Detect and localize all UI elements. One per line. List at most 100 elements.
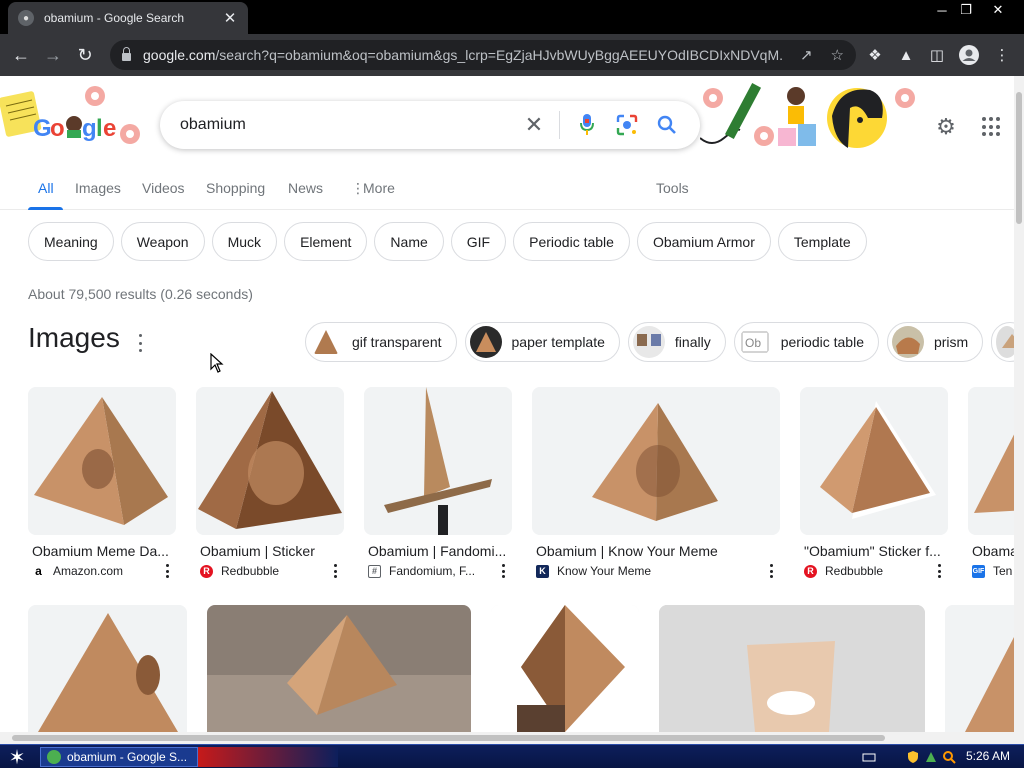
result-thumbnail[interactable] xyxy=(28,387,176,535)
taskbar-clock: 5:26 AM xyxy=(966,749,1011,763)
result-title[interactable]: Obamium Meme Da... xyxy=(28,543,176,559)
search-input[interactable]: obamium xyxy=(180,116,507,134)
result-title[interactable]: Obamium | Sticker xyxy=(196,543,344,559)
back-arrow-icon[interactable]: ← xyxy=(8,42,34,68)
url-text[interactable]: google.com/search?q=obamium&oq=obamium&g… xyxy=(143,47,782,63)
result-thumbnail[interactable] xyxy=(364,387,512,535)
security-shield-icon[interactable] xyxy=(906,750,920,764)
images-options-icon[interactable] xyxy=(136,334,144,352)
network-icon[interactable] xyxy=(924,750,938,764)
image-result[interactable] xyxy=(659,605,925,732)
result-source-name: Redbubble xyxy=(825,564,884,578)
image-result[interactable] xyxy=(491,605,639,732)
result-more-options-icon[interactable] xyxy=(768,564,774,578)
chip-template[interactable]: Template xyxy=(777,222,867,261)
extensions-puzzle-icon[interactable]: ❖ xyxy=(864,44,886,66)
google-lens-icon[interactable] xyxy=(614,112,640,138)
suggestion-finally[interactable]: finally xyxy=(627,322,726,362)
result-title[interactable]: Obamium | Fandomi... xyxy=(364,543,512,559)
result-more-options-icon[interactable] xyxy=(500,564,506,578)
result-thumbnail[interactable] xyxy=(659,605,925,732)
clear-search-icon[interactable]: ✕ xyxy=(521,112,547,138)
browser-tab[interactable]: ● obamium - Google Search ✕ xyxy=(8,2,248,34)
suggestion-prism[interactable]: prism xyxy=(886,322,984,362)
image-result[interactable]: Obama GIF Ten xyxy=(968,387,1014,578)
result-title[interactable]: Obama xyxy=(968,543,1014,559)
image-result[interactable]: "Obamium" Sticker f... R Redbubble xyxy=(800,387,948,578)
tab-news[interactable]: News xyxy=(288,180,323,196)
bookmark-star-icon[interactable]: ☆ xyxy=(831,46,844,64)
lab-flask-icon[interactable]: ▲ xyxy=(895,44,917,66)
close-window-button[interactable]: ✕ xyxy=(984,0,1012,20)
result-source[interactable]: a Amazon.com xyxy=(28,564,176,578)
google-apps-grid-icon[interactable] xyxy=(982,117,1002,137)
taskbar-chrome-item[interactable]: obamium - Google S... xyxy=(40,747,198,767)
chip-muck[interactable]: Muck xyxy=(211,222,278,261)
keyboard-icon[interactable] xyxy=(862,750,876,764)
result-more-options-icon[interactable] xyxy=(332,564,338,578)
result-thumbnail[interactable] xyxy=(532,387,780,535)
suggestion-paper-template[interactable]: paper template xyxy=(464,322,620,362)
mouse-cursor-icon xyxy=(210,353,224,373)
result-source[interactable]: # Fandomium, F... xyxy=(364,564,512,578)
image-result[interactable] xyxy=(945,605,1014,732)
result-thumbnail[interactable] xyxy=(207,605,471,732)
image-result[interactable]: Obamium | Fandomi... # Fandomium, F... xyxy=(364,387,512,578)
close-tab-icon[interactable]: ✕ xyxy=(222,9,238,27)
chip-name[interactable]: Name xyxy=(374,222,444,261)
share-icon[interactable]: ↗ xyxy=(800,46,813,64)
image-result[interactable] xyxy=(28,605,187,732)
result-thumbnail[interactable] xyxy=(945,605,1014,732)
tab-shopping[interactable]: Shopping xyxy=(206,180,265,196)
result-thumbnail[interactable] xyxy=(968,387,1014,535)
settings-gear-icon[interactable]: ⚙ xyxy=(933,114,959,140)
result-source[interactable]: GIF Ten xyxy=(968,564,1014,578)
search-box[interactable]: obamium ✕ xyxy=(160,101,700,149)
result-thumbnail[interactable] xyxy=(196,387,344,535)
result-thumbnail[interactable] xyxy=(28,605,187,732)
tab-images[interactable]: Images xyxy=(75,180,121,196)
image-result[interactable]: Obamium | Know Your Meme K Know Your Mem… xyxy=(532,387,780,578)
result-more-options-icon[interactable] xyxy=(936,564,942,578)
chip-weapon[interactable]: Weapon xyxy=(120,222,205,261)
start-button-icon[interactable]: ✶ xyxy=(6,746,28,769)
suggestion-periodic-table[interactable]: Ob periodic table xyxy=(733,322,879,362)
image-result[interactable] xyxy=(207,605,471,732)
google-doodle-logo[interactable]: G o g l e xyxy=(0,84,150,148)
chip-meaning[interactable]: Meaning xyxy=(28,222,114,261)
horizontal-scrollbar[interactable] xyxy=(0,732,1014,744)
suggestion-gif-transparent[interactable]: gif transparent xyxy=(305,322,457,362)
result-title[interactable]: "Obamium" Sticker f... xyxy=(800,543,948,559)
result-title[interactable]: Obamium | Know Your Meme xyxy=(532,543,780,559)
chip-periodic-table[interactable]: Periodic table xyxy=(513,222,630,261)
browser-menu-icon[interactable]: ⋮ xyxy=(991,44,1013,66)
result-thumbnail[interactable] xyxy=(491,605,639,732)
restore-button[interactable]: ❐ xyxy=(952,0,980,20)
image-result[interactable]: Obamium Meme Da... a Amazon.com xyxy=(28,387,176,578)
forward-arrow-icon[interactable]: → xyxy=(40,42,66,68)
voice-search-mic-icon[interactable] xyxy=(574,112,600,138)
chip-obamium-armor[interactable]: Obamium Armor xyxy=(636,222,771,261)
search-tray-icon[interactable] xyxy=(942,750,956,764)
vertical-scroll-thumb[interactable] xyxy=(1016,92,1022,224)
result-source[interactable]: R Redbubble xyxy=(196,564,344,578)
tab-all[interactable]: All xyxy=(38,180,54,196)
image-result[interactable]: Obamium | Sticker R Redbubble xyxy=(196,387,344,578)
result-more-options-icon[interactable] xyxy=(164,564,170,578)
svg-text:e: e xyxy=(103,115,116,142)
address-bar[interactable]: google.com/search?q=obamium&oq=obamium&g… xyxy=(110,40,856,70)
chip-gif[interactable]: GIF xyxy=(450,222,507,261)
search-magnifier-icon[interactable] xyxy=(654,112,680,138)
reload-icon[interactable]: ↻ xyxy=(72,42,98,68)
result-thumbnail[interactable] xyxy=(800,387,948,535)
tools-button[interactable]: Tools xyxy=(656,180,689,196)
result-source[interactable]: K Know Your Meme xyxy=(532,564,780,578)
horizontal-scroll-thumb[interactable] xyxy=(12,735,885,741)
chip-element[interactable]: Element xyxy=(284,222,368,261)
tab-more[interactable]: More xyxy=(363,180,395,196)
tab-videos[interactable]: Videos xyxy=(142,180,185,196)
profile-avatar-icon[interactable] xyxy=(958,44,980,66)
result-source[interactable]: R Redbubble xyxy=(800,564,948,578)
vertical-scrollbar[interactable] xyxy=(1014,76,1024,744)
side-panel-icon[interactable]: ◫ xyxy=(926,44,948,66)
